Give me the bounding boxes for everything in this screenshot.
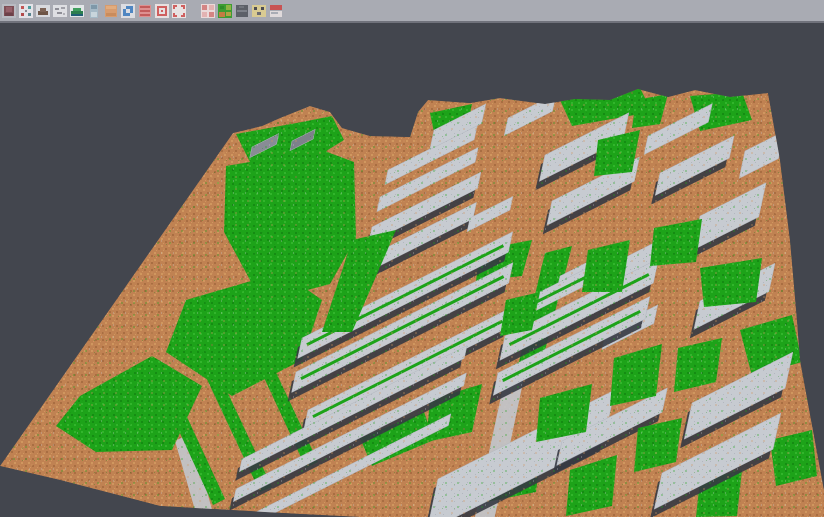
brown-mound-icon[interactable] xyxy=(36,4,50,18)
classified-map-icon[interactable] xyxy=(218,4,232,18)
terrain-model xyxy=(0,88,824,517)
globe-arrows-icon[interactable] xyxy=(121,4,135,18)
clip-box-icon[interactable] xyxy=(252,4,266,18)
colored-points-icon[interactable] xyxy=(19,4,33,18)
3d-viewport[interactable] xyxy=(0,23,824,517)
red-bar-icon[interactable] xyxy=(269,4,283,18)
ruler-icon[interactable] xyxy=(87,4,101,18)
toolbar-separator xyxy=(189,4,198,18)
pointcloud-speckle xyxy=(0,89,824,517)
selection-marquee-icon[interactable] xyxy=(172,4,186,18)
maroon-blob-icon[interactable] xyxy=(2,4,16,18)
target-icon[interactable] xyxy=(155,4,169,18)
red-stack-icon[interactable] xyxy=(138,4,152,18)
viewport-canvas[interactable] xyxy=(0,23,824,517)
orange-square-icon[interactable] xyxy=(104,4,118,18)
gray-dashes-icon[interactable] xyxy=(53,4,67,18)
toolbar xyxy=(0,0,824,23)
green-hill-icon[interactable] xyxy=(70,4,84,18)
checker-grid-icon[interactable] xyxy=(201,4,215,18)
dark-sphere-icon[interactable] xyxy=(235,4,249,18)
